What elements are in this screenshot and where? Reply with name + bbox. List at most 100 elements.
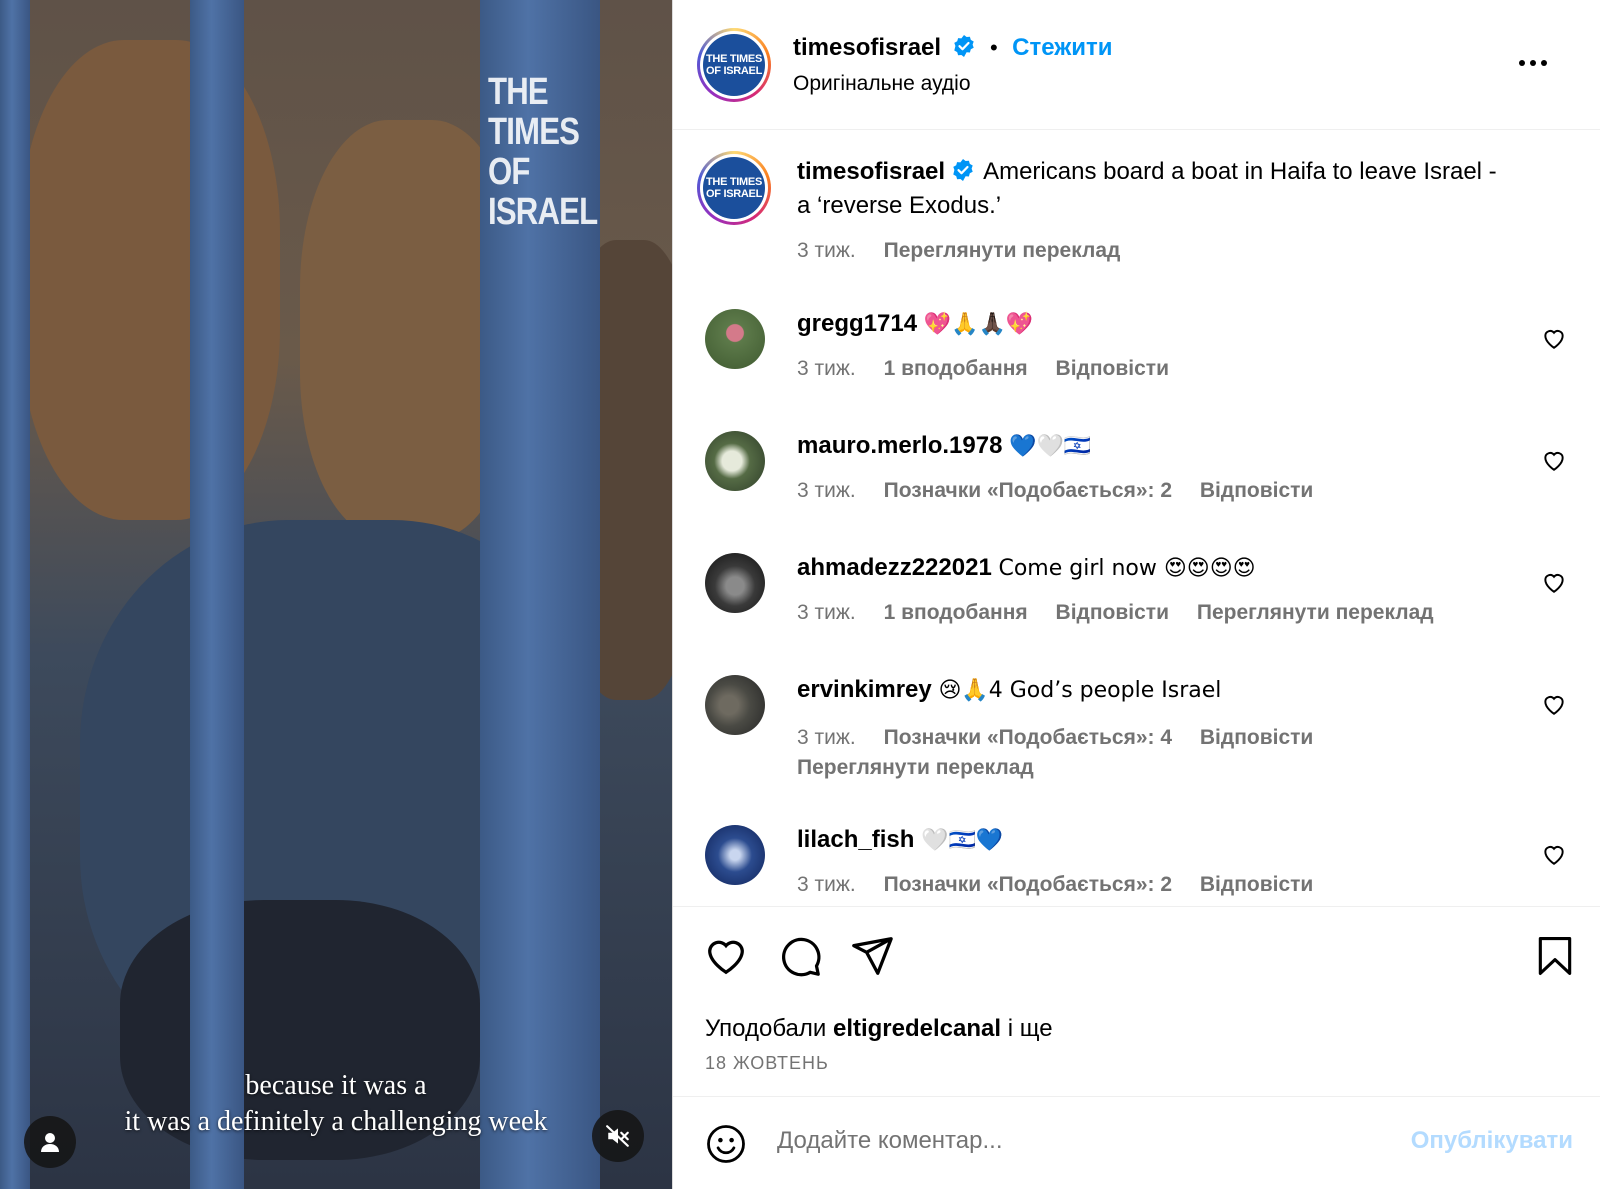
commenter-avatar[interactable] <box>705 675 765 735</box>
comment-time[interactable]: 3 тиж. <box>797 873 856 896</box>
comment-time[interactable]: 3 тиж. <box>797 479 856 502</box>
caption-time[interactable]: 3 тиж. <box>797 239 856 262</box>
comment-meta: 3 тиж. Позначки «Подобається»: 2 Відпові… <box>797 479 1313 503</box>
caption-avatar[interactable]: THE TIMES OF ISRAEL <box>697 151 771 225</box>
comment-likes[interactable]: 1 вподобання <box>884 601 1028 624</box>
comment-meta: 3 тиж. Позначки «Подобається»: 2 Відпові… <box>797 873 1313 897</box>
times-of-israel-logo: THE TIMES OF ISRAEL <box>703 34 765 96</box>
commenter-avatar[interactable] <box>705 825 765 885</box>
account-avatar[interactable]: THE TIMES OF ISRAEL <box>697 28 771 102</box>
comment-body: gregg1714 💖🙏🙏🏿💖 <box>797 307 1497 342</box>
comment-likes[interactable]: Позначки «Подобається»: 2 <box>884 873 1172 896</box>
comment-body: lilach_fish 🤍🇮🇱💙 <box>797 823 1497 858</box>
comment-body: ahmadezz222021 Come girl now 😍😍😍😍 <box>797 551 1497 586</box>
post-side-panel: THE TIMES OF ISRAEL timesofisrael • Стеж… <box>672 0 1600 1189</box>
user-icon <box>41 1133 59 1152</box>
comment-username[interactable]: gregg1714 <box>797 310 917 337</box>
avatar-ring: THE TIMES OF ISRAEL <box>700 31 768 99</box>
more-options-icon <box>1519 60 1547 66</box>
comment-bubble-icon[interactable] <box>777 933 823 979</box>
post-header: THE TIMES OF ISRAEL timesofisrael • Стеж… <box>673 0 1600 130</box>
comment-text: Come girl now 😍😍😍😍 <box>998 556 1256 581</box>
speaker-muted-icon <box>606 1125 629 1147</box>
comment-meta: 3 тиж. 1 вподобання Відповісти Перегляну… <box>797 601 1434 625</box>
caption-username[interactable]: timesofisrael <box>797 158 945 185</box>
comment-likes[interactable]: Позначки «Подобається»: 2 <box>884 479 1172 502</box>
bookmark-save-icon[interactable] <box>1533 933 1577 979</box>
separator-dot: • <box>989 35 998 60</box>
reply-button[interactable]: Відповісти <box>1200 479 1313 502</box>
video-subtitle: because it was a it was a definitely a c… <box>0 1068 672 1140</box>
comment-text: 💙🤍🇮🇱 <box>1009 434 1092 459</box>
railing-bar <box>190 0 244 1189</box>
comment-item: ahmadezz222021 Come girl now 😍😍😍😍 3 тиж.… <box>673 551 1600 661</box>
likes-others-link[interactable]: і ще <box>1008 1015 1053 1042</box>
times-of-israel-logo: THE TIMES OF ISRAEL <box>703 157 765 219</box>
see-translation-link[interactable]: Переглянути переклад <box>884 239 1121 262</box>
comment-body: mauro.merlo.1978 💙🤍🇮🇱 <box>797 429 1497 464</box>
tagged-people-button[interactable] <box>24 1116 76 1168</box>
see-translation-link[interactable]: Переглянути переклад <box>1197 601 1434 624</box>
like-comment-heart-icon[interactable] <box>1541 325 1567 351</box>
like-comment-heart-icon[interactable] <box>1541 447 1567 473</box>
comment-item: ervinkimrey 😢🙏4 God’s people Israel 3 ти… <box>673 673 1600 813</box>
comment-meta: 3 тиж. 1 вподобання Відповісти <box>797 357 1169 381</box>
like-comment-heart-icon[interactable] <box>1541 841 1567 867</box>
comment-composer: Додайте коментар... Опублікувати <box>673 1096 1600 1189</box>
like-heart-icon[interactable] <box>703 933 749 979</box>
likes-prefix: Уподобали <box>705 1015 827 1042</box>
comment-time[interactable]: 3 тиж. <box>797 601 856 624</box>
logo-text: THE TIMES <box>706 53 762 65</box>
liker-username[interactable]: eltigredelcanal <box>833 1015 1001 1042</box>
verified-badge-icon <box>953 35 974 57</box>
comment-input[interactable]: Додайте коментар... <box>777 1127 1002 1155</box>
post-viewer: THE TIMES OF ISRAEL because it was a it … <box>0 0 1600 1189</box>
comment-meta: 3 тиж. Позначки «Подобається»: 4 Відпові… <box>797 723 1497 783</box>
commenter-avatar[interactable] <box>705 553 765 613</box>
reply-button[interactable]: Відповісти <box>1056 357 1169 380</box>
comment-text: 😢🙏4 God’s people Israel <box>938 678 1222 703</box>
post-actions: Уподобали eltigredelcanal і ще 18 ЖОВТЕН… <box>673 906 1600 1096</box>
audio-link[interactable]: Оригінальне аудіо <box>793 72 971 96</box>
reel-video[interactable]: THE TIMES OF ISRAEL because it was a it … <box>0 0 672 1189</box>
comment-username[interactable]: ahmadezz222021 <box>797 554 992 581</box>
comment-username[interactable]: mauro.merlo.1978 <box>797 432 1002 459</box>
avatar-ring: THE TIMES OF ISRAEL <box>700 154 768 222</box>
comment-username[interactable]: lilach_fish <box>797 826 914 853</box>
emoji-picker-icon[interactable] <box>705 1123 747 1165</box>
comment-item: lilach_fish 🤍🇮🇱💙 3 тиж. Позначки «Подоба… <box>673 823 1600 906</box>
comment-text: 💖🙏🙏🏿💖 <box>923 312 1034 337</box>
share-send-icon[interactable] <box>849 933 895 979</box>
comment-time[interactable]: 3 тиж. <box>797 357 856 380</box>
comment-body: ervinkimrey 😢🙏4 God’s people Israel <box>797 673 1497 708</box>
like-comment-heart-icon[interactable] <box>1541 569 1567 595</box>
reply-button[interactable]: Відповісти <box>1056 601 1169 624</box>
like-comment-heart-icon[interactable] <box>1541 691 1567 717</box>
comment-item: gregg1714 💖🙏🙏🏿💖 3 тиж. 1 вподобання Відп… <box>673 307 1600 417</box>
commenter-avatar[interactable] <box>705 309 765 369</box>
comment-time[interactable]: 3 тиж. <box>797 726 856 749</box>
mute-button[interactable] <box>592 1110 644 1162</box>
more-options-button[interactable] <box>1517 56 1549 70</box>
post-caption: THE TIMES OF ISRAEL timesofisrael Americ… <box>673 151 1600 281</box>
follow-button[interactable]: Стежити <box>1012 34 1112 61</box>
caption-meta: 3 тиж. Переглянути переклад <box>797 239 1120 263</box>
comment-likes[interactable]: 1 вподобання <box>884 357 1028 380</box>
subtitle-line: it was a definitely a challenging week <box>124 1106 548 1137</box>
post-date[interactable]: 18 ЖОВТЕНЬ <box>705 1053 829 1074</box>
logo-text: OF ISRAEL <box>706 65 762 77</box>
see-translation-link[interactable]: Переглянути переклад <box>797 756 1034 779</box>
reply-button[interactable]: Відповісти <box>1200 873 1313 896</box>
logo-text: THE TIMES <box>706 176 762 188</box>
verified-badge-icon <box>953 159 973 181</box>
commenter-avatar[interactable] <box>705 431 765 491</box>
watermark-line: OF ISRAEL <box>488 151 598 233</box>
likes-summary: Уподобали eltigredelcanal і ще <box>705 1015 1053 1043</box>
comments-list[interactable]: THE TIMES OF ISRAEL timesofisrael Americ… <box>673 131 1600 906</box>
header-title-row: timesofisrael • Стежити <box>793 34 1113 62</box>
comment-likes[interactable]: Позначки «Подобається»: 4 <box>884 726 1172 749</box>
header-username[interactable]: timesofisrael <box>793 34 941 61</box>
comment-username[interactable]: ervinkimrey <box>797 676 932 703</box>
post-comment-button[interactable]: Опублікувати <box>1411 1127 1573 1155</box>
reply-button[interactable]: Відповісти <box>1200 726 1313 749</box>
